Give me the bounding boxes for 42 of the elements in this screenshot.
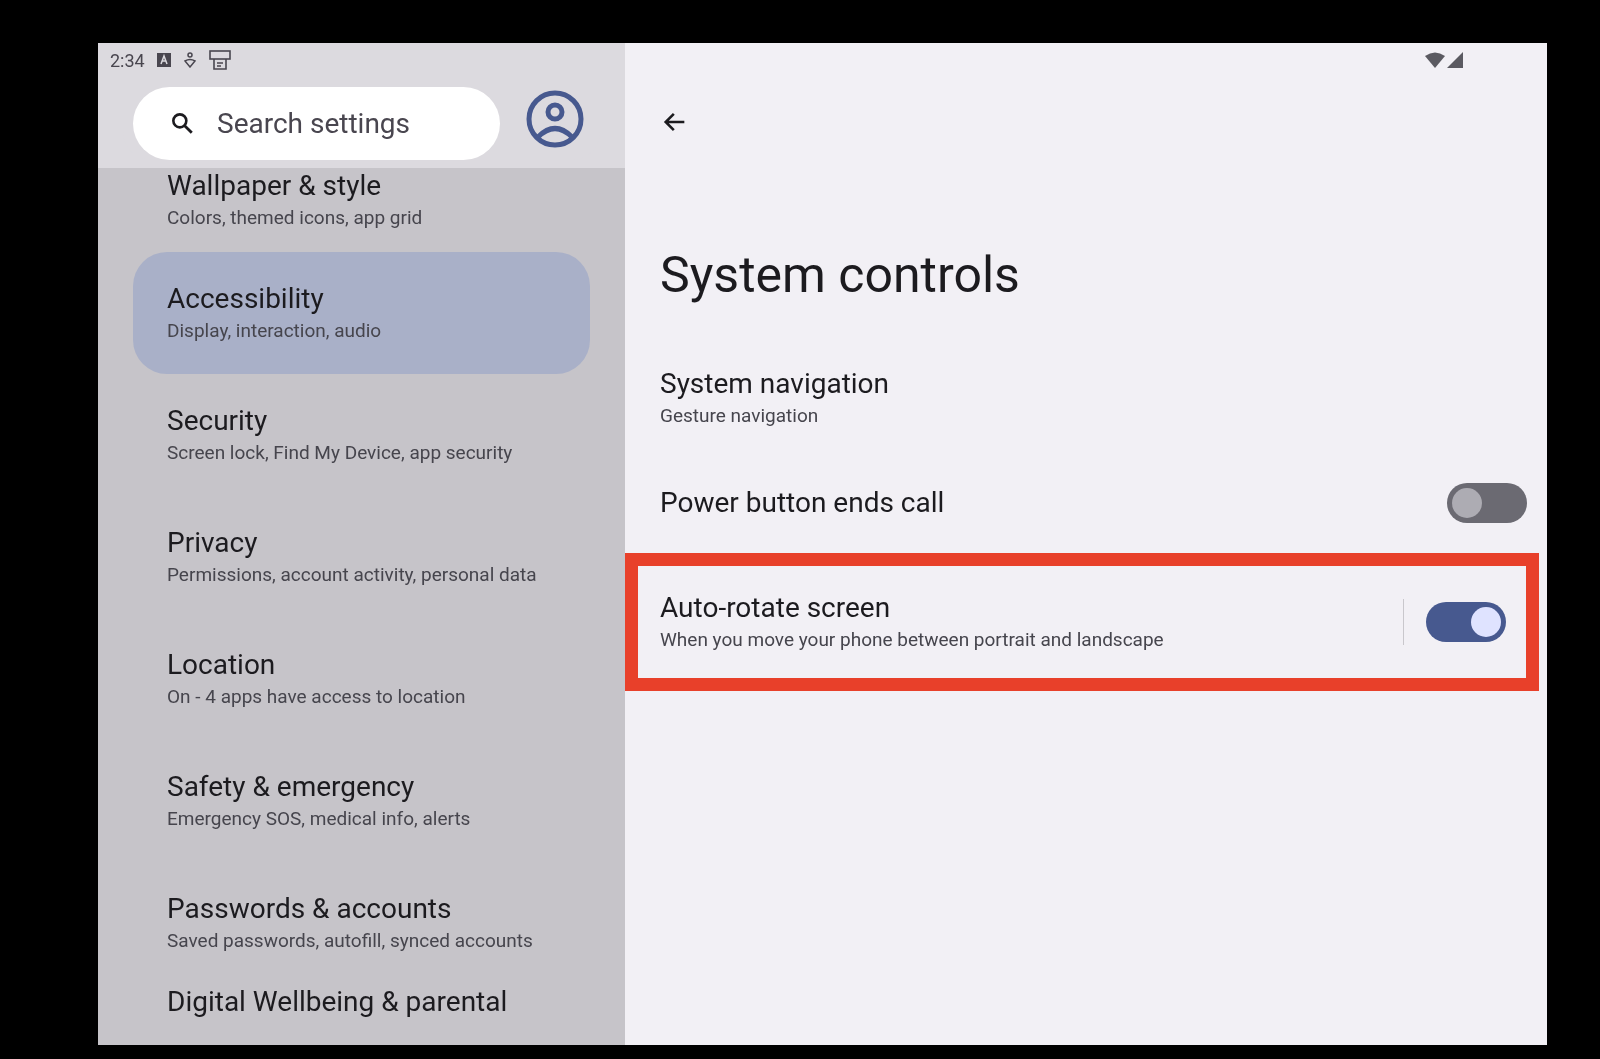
search-field[interactable]: Search settings [133, 87, 500, 160]
item-title: Digital Wellbeing & parental [167, 984, 509, 1020]
sidebar-item[interactable]: Digital Wellbeing & parental [133, 984, 590, 1045]
sidebar-item[interactable]: Wallpaper & style Colors, themed icons, app grid [133, 168, 590, 252]
sidebar-item[interactable]: Passwords & accounts Saved passwords, autofill, synced accounts [133, 862, 590, 984]
wifi-icon [1425, 52, 1445, 68]
status-time: 2:34 [110, 48, 145, 73]
page-title: System controls [660, 245, 1020, 305]
item-title: Location [167, 647, 277, 683]
sidebar-item[interactable]: Privacy Permissions, account activity, personal data [133, 496, 590, 618]
item-subtitle: Colors, themed icons, app grid [167, 205, 424, 231]
printer-icon [208, 50, 231, 70]
keyboard-icon [156, 53, 171, 67]
signal-icon [1447, 52, 1463, 68]
item-title: Security [167, 403, 269, 439]
setting-title: Power button ends call [660, 485, 946, 521]
sidebar-item[interactable]: Safety & emergency Emergency SOS, medical info, alerts [133, 740, 590, 862]
item-title: Accessibility [167, 281, 325, 317]
toggle-switch[interactable] [1447, 483, 1527, 523]
item-title: Privacy [167, 525, 259, 561]
setting-title: System navigation [660, 366, 891, 402]
toggle-switch[interactable] [1426, 602, 1506, 642]
item-title: Passwords & accounts [167, 891, 453, 927]
search-icon [169, 110, 195, 136]
sidebar-item[interactable]: Location On - 4 apps have access to location [133, 618, 590, 740]
item-subtitle: Screen lock, Find My Device, app security [167, 440, 514, 466]
setting-title: Auto-rotate screen [660, 590, 892, 626]
item-title: Wallpaper & style [167, 168, 383, 204]
item-subtitle: Display, interaction, audio [167, 318, 383, 344]
sidebar-item[interactable]: Security Screen lock, Find My Device, app security [133, 374, 590, 496]
item-subtitle: On - 4 apps have access to location [167, 684, 467, 710]
item-subtitle: Permissions, account activity, personal data [167, 562, 538, 588]
item-title: Safety & emergency [167, 769, 416, 805]
setting-subtitle: When you move your phone between portrait and landscape [660, 627, 1165, 653]
item-subtitle: Saved passwords, autofill, synced accounts [167, 928, 534, 954]
account-avatar-icon[interactable] [526, 89, 584, 148]
item-subtitle: Emergency SOS, medical info, alerts [167, 806, 472, 832]
setting-row[interactable]: Power button ends call [625, 453, 1547, 553]
heart-person-icon [182, 52, 197, 68]
sidebar-item[interactable]: Accessibility Display, interaction, audio [133, 252, 590, 374]
setting-subtitle: Gesture navigation [660, 403, 820, 429]
setting-row[interactable]: System navigation Gesture navigation [625, 343, 1547, 453]
